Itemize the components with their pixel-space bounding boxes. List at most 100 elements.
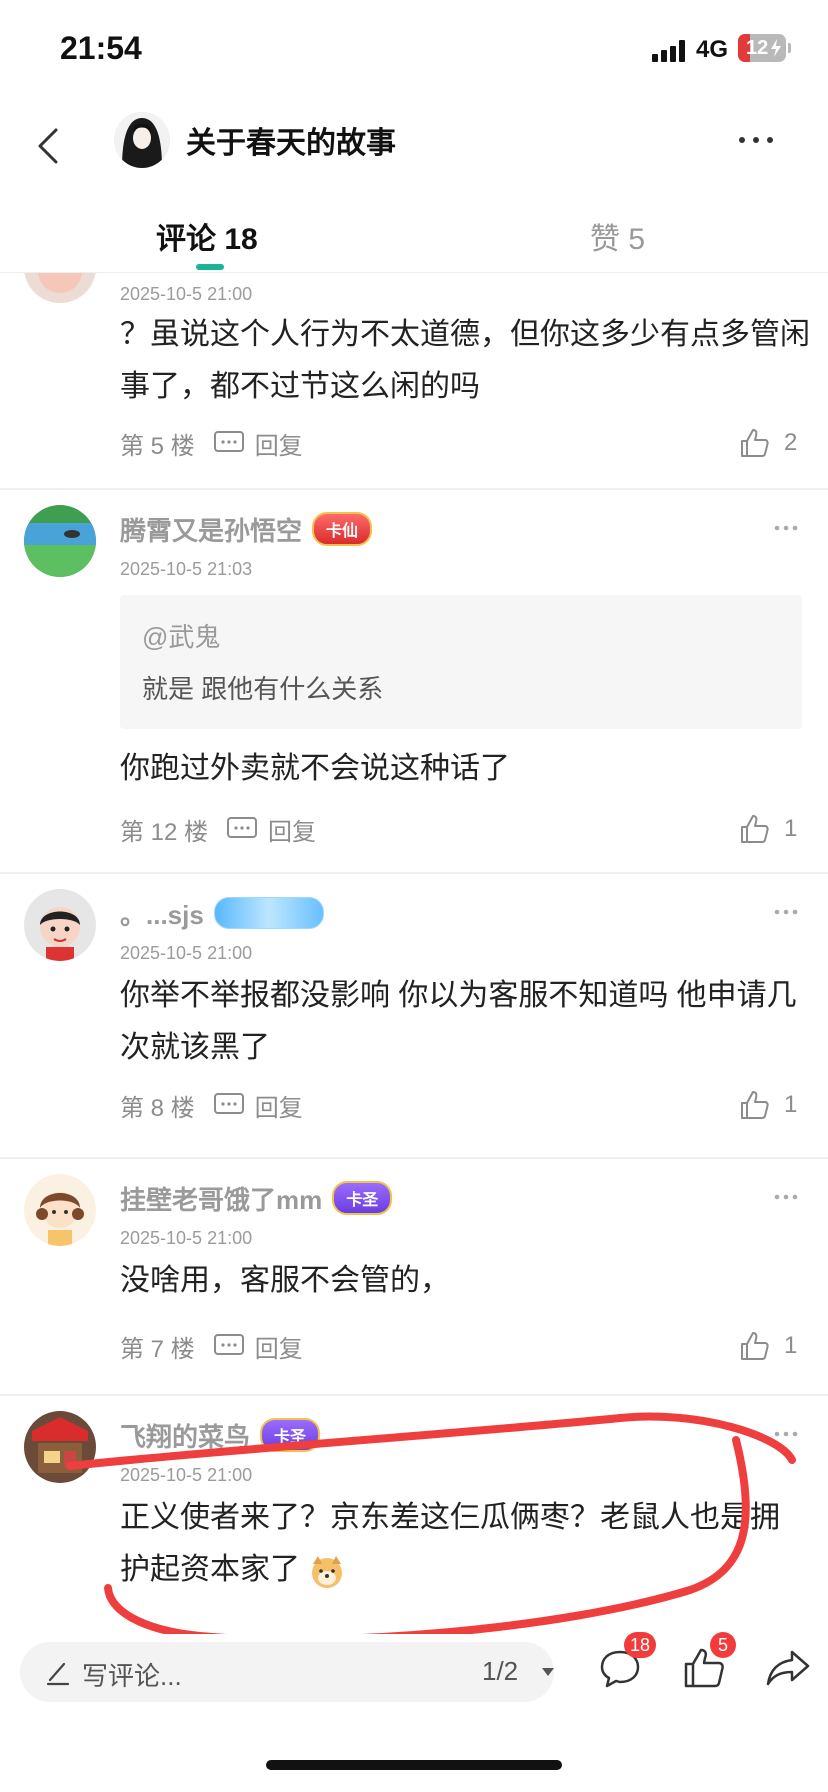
chevron-down-icon[interactable] [542, 1668, 554, 1676]
pen-icon [46, 1662, 70, 1686]
author-row: 飞翔的菜鸟 卡圣 [120, 1417, 321, 1454]
quoted-user: @武鬼 [142, 622, 221, 652]
bottom-action-bar: 写评论... 1/2 18 5 [0, 1632, 828, 1744]
battery-level: 12 [746, 37, 769, 59]
page-indicator[interactable]: 1/2 [482, 1656, 518, 1687]
comment-meta: 第 5 楼 回复 [120, 423, 303, 463]
signal-icon [652, 40, 688, 62]
like-count: 1 [784, 1091, 798, 1118]
comment-item: 挂壁老哥饿了mm 卡圣 2025-10-5 21:00 没啥用，客服不会管的， … [0, 1160, 828, 1390]
comment-author[interactable]: 腾霄又是孙悟空 [120, 511, 302, 548]
avatar[interactable] [24, 273, 96, 303]
like-count: 2 [784, 429, 798, 456]
post-header: 关于春天的故事 [0, 100, 828, 190]
comment-text: 没啥用，客服不会管的， [120, 1264, 450, 1297]
reply-icon[interactable] [213, 1333, 245, 1359]
reply-button[interactable]: 回复 [255, 1088, 303, 1123]
like-count: 1 [784, 815, 798, 842]
comment-count-badge: 18 [624, 1632, 657, 1658]
like-button[interactable]: 1 [738, 809, 797, 849]
reply-icon[interactable] [213, 430, 245, 456]
comment-text: 你跑过外卖就不会说这种话了 [120, 752, 510, 785]
comment-more-icon[interactable] [774, 907, 798, 917]
comment-item: 腾霄又是孙悟空 卡仙 2025-10-5 21:03 @武鬼 就是 跟他有什么关… [0, 491, 828, 846]
comment-timestamp: 2025-10-5 21:03 [120, 559, 253, 579]
tab-bar: 评论 18 赞 5 [0, 190, 828, 273]
reply-icon[interactable] [213, 1092, 245, 1118]
comment-placeholder: 写评论... [82, 1661, 182, 1691]
comment-text-content: 正义使者来了？京东差这仨瓜俩枣？老鼠人也是拥护起资本家了 [120, 1501, 780, 1586]
comment-author[interactable]: 飞翔的菜鸟 [120, 1417, 250, 1454]
write-comment-input[interactable]: 写评论... 1/2 [20, 1642, 554, 1702]
quoted-reply[interactable]: @武鬼 就是 跟他有什么关系 [120, 595, 802, 729]
level-badge [213, 897, 324, 929]
thumbs-up-icon [741, 1332, 769, 1360]
tab-likes[interactable]: 赞 5 [590, 214, 645, 258]
author-row: 挂壁老哥饿了mm 卡圣 [120, 1180, 393, 1217]
dog-emoji-icon [308, 1552, 346, 1590]
comment-text: 正义使者来了？京东差这仨瓜俩枣？老鼠人也是拥护起资本家了 [120, 1492, 790, 1596]
comment-meta: 第 7 楼 回复 [120, 1326, 303, 1366]
comment-more-icon[interactable] [774, 1429, 798, 1439]
floor-number: 第 5 楼 [120, 432, 195, 460]
author-row: 腾霄又是孙悟空 卡仙 [120, 511, 373, 548]
avatar[interactable] [24, 505, 96, 577]
comment-meta: 第 8 楼 回复 [120, 1085, 303, 1125]
divider [0, 488, 828, 490]
divider [0, 1394, 828, 1396]
share-icon [766, 1650, 810, 1686]
comment-text: 你举不举报都没影响 你以为客服不知道吗 他申请几次就该黑了 [120, 979, 797, 1064]
reply-icon[interactable] [226, 816, 258, 842]
avatar[interactable] [24, 1411, 96, 1483]
comment-more-icon[interactable] [774, 523, 798, 533]
comment-item: 飞翔的菜鸟 卡圣 2025-10-5 21:00 正义使者来了？京东差这仨瓜俩枣… [0, 1397, 828, 1633]
post-title: 关于春天的故事 [186, 127, 396, 160]
like-count: 1 [784, 1332, 798, 1359]
more-icon[interactable] [736, 130, 776, 150]
back-icon[interactable] [30, 124, 70, 168]
header-avatar[interactable] [114, 112, 170, 168]
comment-item: 。...sjs 2025-10-5 21:00 你举不举报都没影响 你以为客服不… [0, 875, 828, 1155]
thumbs-up-icon [741, 815, 769, 843]
comment-author[interactable]: 。...sjs [120, 895, 204, 932]
comment-button[interactable]: 18 [596, 1632, 657, 1692]
author-row: 。...sjs [120, 895, 324, 931]
comment-timestamp: 2025-10-5 21:00 [120, 284, 253, 304]
comment-meta: 第 12 楼 回复 [120, 809, 316, 849]
comment-text: ？虽说这个人行为不太道德，但你这多少有点多管闲事了，都不过节这么闲的吗 [120, 318, 810, 403]
comment-item: 2025-10-5 21:00 ？虽说这个人行为不太道德，但你这多少有点多管闲事… [0, 273, 828, 460]
comment-author[interactable]: 挂壁老哥饿了mm [120, 1180, 322, 1217]
floor-number: 第 8 楼 [120, 1094, 195, 1122]
reply-button[interactable]: 回复 [255, 426, 303, 461]
comment-timestamp: 2025-10-5 21:00 [120, 1228, 253, 1248]
floor-number: 第 7 楼 [120, 1335, 195, 1363]
reply-button[interactable]: 回复 [255, 1329, 303, 1364]
floor-number: 第 12 楼 [120, 818, 209, 846]
status-bar: 21:54 4G 12 [0, 0, 828, 100]
battery-tip [788, 43, 791, 53]
home-indicator[interactable] [266, 1760, 562, 1770]
comment-timestamp: 2025-10-5 21:00 [120, 943, 253, 963]
share-button[interactable] [764, 1644, 812, 1692]
like-button[interactable]: 1 [738, 1326, 797, 1366]
avatar[interactable] [24, 1174, 96, 1246]
like-button[interactable]: 1 [738, 1085, 797, 1125]
thumbs-up-icon [741, 1091, 769, 1119]
tab-active-indicator [196, 264, 224, 270]
status-time: 21:54 [60, 30, 142, 66]
like-post-button[interactable]: 5 [680, 1632, 736, 1692]
comment-more-icon[interactable] [774, 1192, 798, 1202]
network-type: 4G [696, 36, 729, 63]
like-button[interactable]: 2 [738, 423, 797, 463]
tab-comments[interactable]: 评论 18 [156, 214, 258, 258]
divider [0, 1157, 828, 1159]
comment-list[interactable]: 2025-10-5 21:00 ？虽说这个人行为不太道德，但你这多少有点多管闲事… [0, 273, 828, 1633]
quoted-text: 就是 跟他有什么关系 [142, 674, 384, 704]
divider [0, 872, 828, 874]
comment-timestamp: 2025-10-5 21:00 [120, 1465, 253, 1485]
level-badge: 卡圣 [260, 1418, 321, 1452]
level-badge: 卡圣 [332, 1181, 393, 1215]
avatar[interactable] [24, 889, 96, 961]
reply-button[interactable]: 回复 [268, 812, 316, 847]
like-count-badge: 5 [710, 1632, 736, 1658]
